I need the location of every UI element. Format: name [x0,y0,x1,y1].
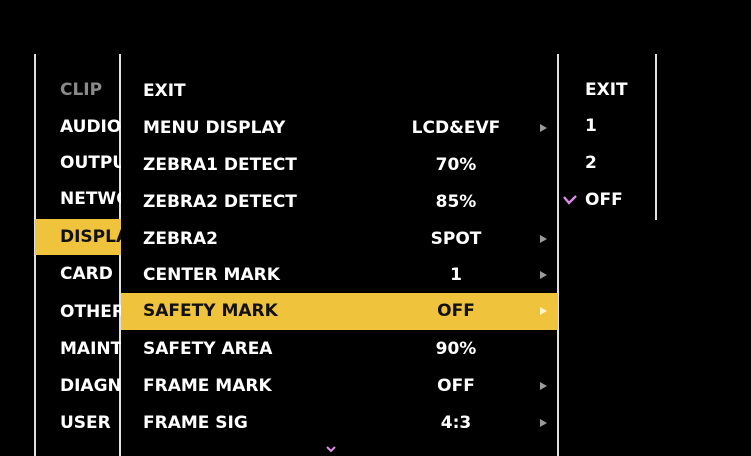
option-item-exit[interactable]: EXIT [560,72,656,108]
triangle-right-icon [540,271,547,279]
option-label: 2 [585,153,597,173]
display-submenu-column: EXIT MENU DISPLAY LCD&EVF ZEBRA1 DETECT … [121,72,558,456]
submenu-label: SAFETY AREA [143,339,273,359]
submenu-value: 1 [450,265,462,285]
main-menu-item-network[interactable]: NETWORK [35,181,121,217]
submenu-value: SPOT [430,229,482,249]
submenu-value: 85% [435,192,477,212]
triangle-right-icon [540,307,547,315]
submenu-row-center-mark[interactable]: CENTER MARK 1 [121,257,558,294]
submenu-value: 4:3 [440,413,472,433]
submenu-label: ZEBRA2 [143,229,218,249]
submenu-row-zebra2[interactable]: ZEBRA2 SPOT [121,221,558,258]
submenu-label: SAFETY MARK [143,301,278,321]
main-menu-item-user[interactable]: USER [35,405,121,441]
submenu-label: EXIT [143,81,186,101]
option-label: EXIT [585,80,628,100]
option-list-column: EXIT 1 2 OFF [560,72,656,222]
submenu-row-frame-mark[interactable]: FRAME MARK OFF [121,368,558,405]
option-item-2[interactable]: 2 [560,145,656,181]
main-menu-item-output[interactable]: OUTPUT [35,145,121,181]
submenu-row-safety-area[interactable]: SAFETY AREA 90% [121,331,558,368]
chevron-down-icon[interactable] [326,444,336,454]
submenu-value: 90% [435,339,477,359]
main-menu-item-clip[interactable]: CLIP [35,72,121,108]
triangle-right-icon [540,124,547,132]
submenu-label: FRAME SIG [143,413,248,433]
option-label: 1 [585,116,597,136]
main-menu-item-display[interactable]: DISPLAY [35,219,121,255]
submenu-row-menu-display[interactable]: MENU DISPLAY LCD&EVF [121,110,558,147]
submenu-label: FRAME MARK [143,376,272,396]
main-menu-item-diagnostic[interactable]: DIAGNOSTIC [35,368,121,404]
submenu-row-zebra2-detect[interactable]: ZEBRA2 DETECT 85% [121,184,558,221]
option-label: OFF [585,190,623,210]
submenu-label: ZEBRA1 DETECT [143,155,297,175]
checkmark-icon [563,195,577,205]
submenu-value: 70% [435,155,477,175]
main-menu-item-audio[interactable]: AUDIO [35,109,121,145]
option-item-1[interactable]: 1 [560,108,656,144]
submenu-row-frame-sig[interactable]: FRAME SIG 4:3 [121,405,558,442]
main-menu-item-maintenance[interactable]: MAINTENANCE [35,331,121,367]
triangle-right-icon [540,382,547,390]
triangle-right-icon [540,419,547,427]
main-menu-item-card[interactable]: CARD [35,256,121,292]
option-item-off[interactable]: OFF [560,182,656,218]
submenu-value: LCD&EVF [411,118,501,138]
submenu-label: CENTER MARK [143,265,280,285]
main-menu-item-others[interactable]: OTHERS [35,294,121,330]
submenu-row-safety-mark[interactable]: SAFETY MARK OFF [121,293,558,330]
submenu-label: MENU DISPLAY [143,118,286,138]
triangle-right-icon [540,235,547,243]
submenu-value: OFF [437,301,475,321]
main-menu-column: CLIP AUDIO OUTPUT NETWORK DISPLAY CARD O… [35,69,121,456]
submenu-row-exit[interactable]: EXIT [121,73,558,110]
submenu-row-zebra1-detect[interactable]: ZEBRA1 DETECT 70% [121,147,558,184]
submenu-label: ZEBRA2 DETECT [143,192,297,212]
submenu-value: OFF [437,376,475,396]
